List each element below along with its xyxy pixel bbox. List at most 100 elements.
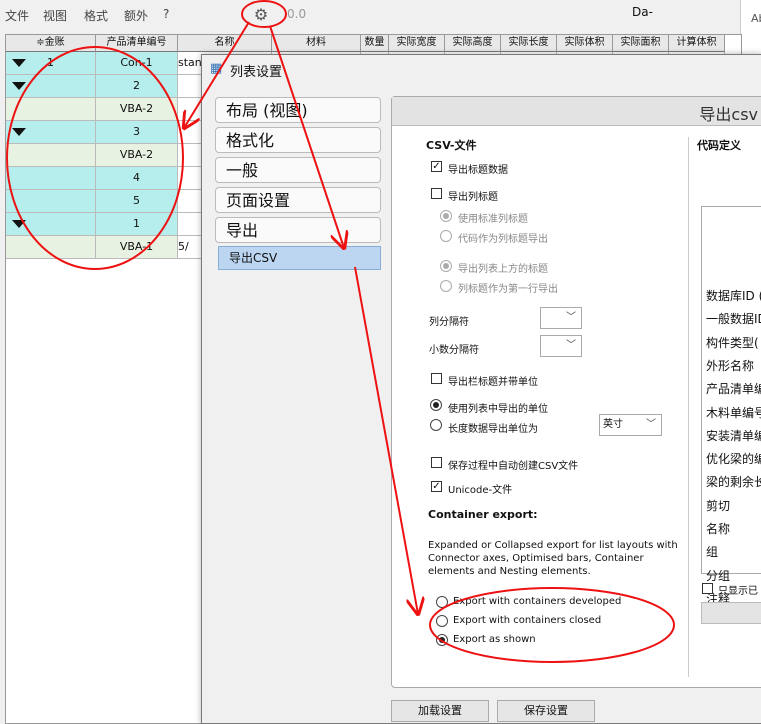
radio-code-titles-label: 代码作为列标题导出 (458, 234, 548, 245)
menu-bar: 文件 视图 格式 额外 ? ⚙ 0.0 Da- (0, 0, 740, 30)
table-cell (6, 213, 96, 236)
menu-format[interactable]: 格式 (84, 7, 108, 24)
code-item[interactable]: 构件类型( (706, 334, 759, 351)
dialog-icon: ▦ (210, 61, 223, 76)
side-label: Ab (751, 12, 761, 25)
radio-export-as-shown-label: Export as shown (453, 634, 536, 645)
menu-file[interactable]: 文件 (5, 7, 29, 24)
load-settings-button[interactable]: 加载设置 (391, 700, 489, 722)
radio-above-title-label: 导出列表上方的标题 (458, 264, 548, 275)
menu-view[interactable]: 视图 (43, 7, 67, 24)
code-item[interactable]: 组 (706, 543, 718, 560)
export-column-titles-checkbox[interactable] (431, 188, 442, 199)
table-cell (6, 121, 96, 144)
radio-standard-titles-label: 使用标准列标题 (458, 214, 528, 225)
col-separator-dropdown[interactable]: ﹀ (540, 307, 582, 329)
bar-title-units-label: 导出栏标题并带单位 (448, 377, 538, 388)
code-action-button[interactable] (701, 602, 761, 624)
length-unit-dropdown[interactable]: 英寸 ﹀ (599, 414, 662, 436)
table-cell: 3 (96, 121, 178, 144)
csv-section-title: CSV-文件 (426, 139, 477, 152)
container-export-description: Expanded or Collapsed export for list la… (428, 540, 678, 577)
col-header[interactable]: 计算体积 (669, 35, 725, 52)
expand-triangle-icon[interactable] (12, 220, 26, 228)
export-header-checkbox[interactable]: ✓ (431, 161, 442, 172)
menu-help[interactable]: ? (163, 7, 169, 21)
chevron-down-icon: ﹀ (566, 312, 576, 323)
col-header[interactable]: 实际长度 (501, 35, 557, 52)
code-item[interactable]: 梁的剩余长 (706, 473, 761, 490)
only-show-label: 只显示已 (718, 586, 758, 597)
expand-triangle-icon[interactable] (12, 59, 26, 67)
radio-export-as-shown[interactable] (436, 634, 448, 646)
list-settings-dialog: ▦ 列表设置 布局 (视图) 格式化 一般 页面设置 导出 导出CSV 导出cs… (201, 54, 761, 724)
col-header[interactable]: 实际宽度 (389, 35, 445, 52)
radio-first-row-title-label: 列标题作为第一行导出 (458, 284, 558, 295)
code-definition-title: 代码定义 (697, 139, 741, 152)
nav-export-csv[interactable]: 导出CSV (218, 246, 381, 270)
col-header[interactable]: 实际体积 (557, 35, 613, 52)
col-header[interactable]: 产品清单编号 (96, 35, 178, 52)
radio-above-title[interactable] (440, 260, 452, 272)
nav-format[interactable]: 格式化 (215, 127, 381, 153)
col-header[interactable]: ≑金账 (6, 35, 96, 52)
col-header[interactable]: 数量 (361, 35, 389, 52)
code-item[interactable]: 产品清单编 (706, 380, 761, 397)
code-item[interactable]: 数据库ID ( (706, 287, 761, 304)
auto-create-csv-checkbox[interactable] (431, 457, 442, 468)
chevron-down-icon: ﹀ (646, 419, 656, 430)
save-settings-button[interactable]: 保存设置 (497, 700, 595, 722)
col-separator-label: 列分隔符 (429, 317, 469, 328)
export-column-titles-label: 导出列标题 (448, 192, 498, 203)
col-header[interactable]: 实际面积 (613, 35, 669, 52)
code-item[interactable]: 安装清单编 (706, 427, 761, 444)
bar-title-units-checkbox[interactable] (431, 373, 442, 384)
radio-standard-titles[interactable] (440, 210, 452, 222)
export-csv-panel: 导出csv CSV-文件 ✓ 导出标题数据 导出列标题 使用标准列标题 代码作为… (391, 96, 761, 688)
radio-list-units[interactable] (430, 399, 442, 411)
export-header-label: 导出标题数据 (448, 165, 508, 176)
radio-length-unit[interactable] (430, 419, 442, 431)
code-item[interactable]: 木料单编号 (706, 404, 761, 421)
vertical-divider (688, 137, 689, 677)
table-cell: VBA-1 (96, 236, 178, 259)
only-show-checkbox[interactable] (702, 583, 713, 594)
auto-create-csv-label: 保存过程中自动创建CSV文件 (448, 461, 579, 472)
toolbar-right-text: Da- (632, 5, 653, 19)
nav-export[interactable]: 导出 (215, 217, 381, 243)
col-header[interactable]: 名称 (178, 35, 272, 52)
gear-icon[interactable]: ⚙ (250, 4, 272, 26)
decimal-separator-dropdown[interactable]: ﹀ (540, 335, 582, 357)
col-header[interactable]: 实际高度 (445, 35, 501, 52)
unicode-file-label: Unicode-文件 (448, 485, 513, 496)
expand-triangle-icon[interactable] (12, 128, 26, 136)
row-number: 1 (47, 56, 54, 69)
unicode-file-checkbox[interactable]: ✓ (431, 481, 442, 492)
code-item[interactable]: 名称 (706, 520, 730, 537)
radio-containers-closed[interactable] (436, 615, 448, 627)
toolbar-value: 0.0 (287, 7, 307, 21)
table-cell (6, 236, 96, 259)
code-item[interactable]: 剪切 (706, 497, 730, 514)
table-cell (6, 144, 96, 167)
radio-containers-developed[interactable] (436, 596, 448, 608)
radio-code-titles[interactable] (440, 230, 452, 242)
code-item[interactable]: 一般数据ID (706, 310, 761, 327)
nav-general[interactable]: 一般 (215, 157, 381, 183)
dialog-title: 列表设置 (230, 65, 283, 80)
expand-triangle-icon[interactable] (12, 82, 26, 90)
code-definition-list[interactable]: 数据库ID ( 一般数据ID 构件类型( 外形名称产品清单编木料单编号安装清单编优化梁… (701, 206, 761, 606)
table-cell: 2 (96, 75, 178, 98)
radio-first-row-title[interactable] (440, 280, 452, 292)
code-item[interactable]: 外形名称 (706, 357, 754, 374)
container-export-title: Container export: (428, 508, 538, 521)
table-cell: 5 (96, 190, 178, 213)
code-item[interactable]: 优化梁的编 (706, 450, 761, 467)
chevron-down-icon: ﹀ (566, 340, 576, 351)
menu-extra[interactable]: 额外 (124, 7, 148, 24)
radio-length-unit-label: 长度数据导出单位为 (448, 424, 538, 435)
nav-page-setup[interactable]: 页面设置 (215, 187, 381, 213)
radio-containers-closed-label: Export with containers closed (453, 615, 602, 626)
nav-layout[interactable]: 布局 (视图) (215, 97, 381, 123)
col-header[interactable]: 材料 (272, 35, 361, 52)
